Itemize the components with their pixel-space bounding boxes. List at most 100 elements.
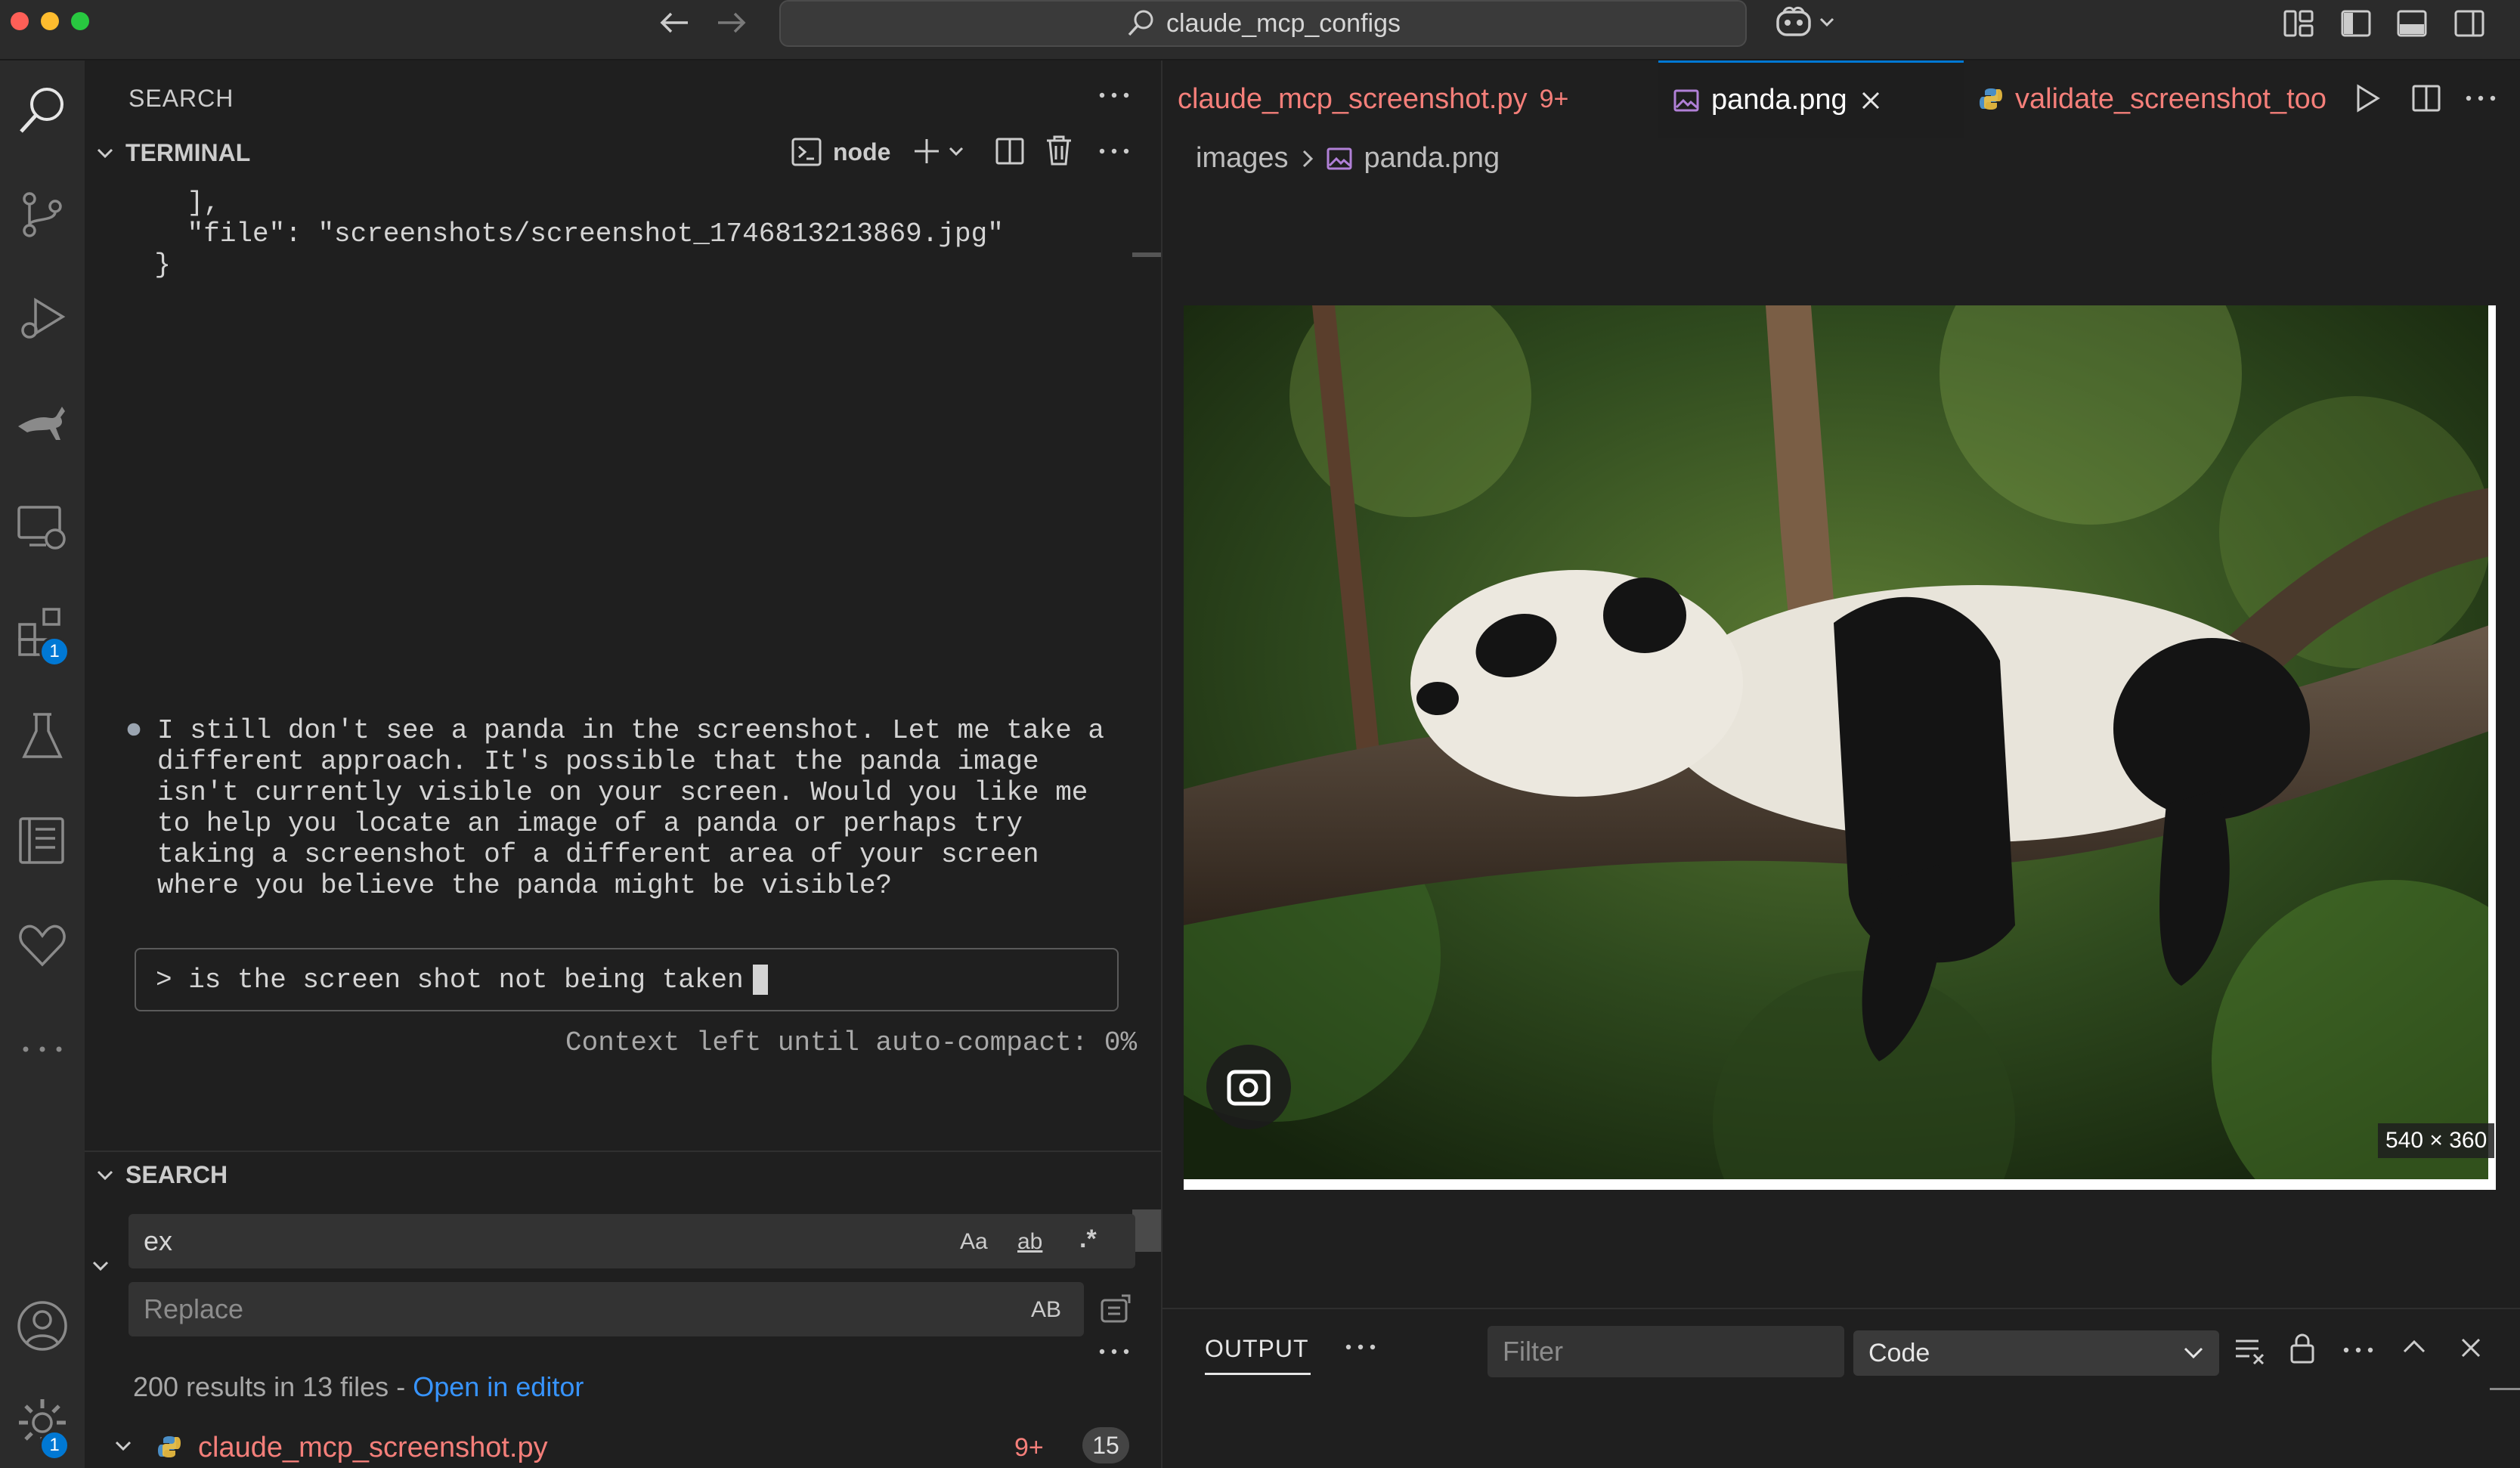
- activity-kangaroo[interactable]: [5, 386, 80, 461]
- kill-terminal-button[interactable]: [1045, 135, 1073, 166]
- open-in-editor-link[interactable]: Open in editor: [413, 1371, 584, 1402]
- replace-input[interactable]: Replace AB: [128, 1282, 1084, 1336]
- activity-more[interactable]: [5, 1011, 80, 1087]
- search-input[interactable]: ex Aa ab .*: [128, 1214, 1135, 1268]
- chevron-up-icon: [2402, 1338, 2426, 1356]
- new-terminal-button[interactable]: [912, 136, 964, 166]
- toggle-primary-sidebar-icon[interactable]: [2340, 8, 2372, 39]
- lock-scroll-button[interactable]: [2289, 1332, 2316, 1365]
- activity-accounts[interactable]: [5, 1288, 80, 1364]
- more-icon: [2342, 1346, 2375, 1355]
- split-terminal-button[interactable]: [995, 136, 1025, 166]
- maximize-panel-button[interactable]: [2402, 1338, 2426, 1356]
- replace-all-button[interactable]: [1099, 1293, 1132, 1326]
- more-icon: [1344, 1343, 1377, 1352]
- tab-problems-badge: 9+: [1539, 84, 1569, 113]
- settings-badge: 1: [39, 1430, 70, 1460]
- image-preview[interactable]: 540 × 360: [1184, 305, 2496, 1190]
- panel-more-actions[interactable]: [1097, 91, 1131, 100]
- scrollbar-thumb[interactable]: [1132, 1209, 1161, 1252]
- tab-panda-png[interactable]: panda.png: [1658, 60, 1964, 138]
- copilot-menu[interactable]: [1773, 5, 1835, 39]
- search-section-title: SEARCH: [125, 1161, 228, 1188]
- close-window-button[interactable]: [11, 12, 29, 30]
- title-bar: claude_mcp_configs: [0, 0, 2520, 60]
- more-icon: [1097, 1347, 1131, 1356]
- output-tab-underline: [1205, 1373, 1311, 1375]
- terminal-more-actions[interactable]: [1097, 147, 1131, 156]
- output-more-actions[interactable]: [2342, 1346, 2375, 1355]
- activity-notebook[interactable]: [5, 803, 80, 878]
- play-icon: [2354, 83, 2381, 113]
- breadcrumb-folder[interactable]: images: [1196, 142, 1289, 175]
- tab-claude-mcp-screenshot[interactable]: claude_mcp_screenshot.py 9+: [1162, 60, 1658, 138]
- context-status: Context left until auto-compact: 0%: [565, 1027, 1138, 1058]
- run-file-button[interactable]: [2354, 83, 2381, 113]
- prompt-input-box[interactable]: > is the screen shot not being taken: [135, 948, 1119, 1011]
- activity-run-debug[interactable]: [5, 281, 80, 357]
- tab-label: panda.png: [1711, 84, 1847, 116]
- panel-more-actions[interactable]: [1344, 1343, 1377, 1352]
- tab-validate-screenshot[interactable]: validate_screenshot_too: [1964, 60, 2372, 138]
- terminal-line: "file": "screenshots/screenshot_17468132…: [89, 218, 1004, 249]
- whole-word-toggle[interactable]: ab: [1017, 1229, 1042, 1255]
- activity-remote-explorer[interactable]: [5, 490, 80, 565]
- terminal-icon: [791, 136, 822, 168]
- chevron-down-icon: [1819, 14, 1835, 30]
- split-icon: [995, 136, 1025, 166]
- notebook-icon: [16, 814, 69, 867]
- customize-layout-icon[interactable]: [2283, 8, 2314, 39]
- activity-manage[interactable]: 1: [5, 1385, 80, 1460]
- regex-toggle[interactable]: .*: [1079, 1225, 1097, 1254]
- search-result-file[interactable]: claude_mcp_screenshot.py 9+ 15: [85, 1424, 1162, 1468]
- split-editor-button[interactable]: [2411, 83, 2441, 113]
- tab-label: claude_mcp_screenshot.py: [1178, 82, 1528, 115]
- close-icon: [2460, 1336, 2482, 1359]
- activity-favorites[interactable]: [5, 907, 80, 983]
- assistant-marker: ⏺: [127, 715, 141, 746]
- preserve-case-toggle[interactable]: AB: [1031, 1297, 1061, 1323]
- maximize-window-button[interactable]: [71, 12, 89, 30]
- terminal-profile[interactable]: node: [791, 136, 890, 168]
- search-section-header[interactable]: SEARCH: [95, 1161, 228, 1189]
- python-file-icon: [157, 1435, 181, 1459]
- activity-testing[interactable]: [5, 698, 80, 774]
- search-icon: [1125, 8, 1156, 39]
- output-channel-select[interactable]: Code: [1853, 1330, 2219, 1376]
- command-center-search[interactable]: claude_mcp_configs: [779, 0, 1747, 47]
- result-problems-badge: 9+: [1014, 1433, 1044, 1462]
- chevron-down-icon: [113, 1436, 133, 1456]
- toggle-panel-icon[interactable]: [2396, 8, 2428, 39]
- forward-arrow-icon[interactable]: [715, 8, 748, 38]
- terminal-scrollbar[interactable]: [1132, 252, 1161, 1296]
- chevron-down-icon: [95, 1166, 115, 1185]
- terminal-section-title: TERMINAL: [125, 139, 251, 166]
- minimize-window-button[interactable]: [41, 12, 59, 30]
- image-file-icon: [1327, 147, 1352, 170]
- trash-icon: [1045, 135, 1073, 166]
- terminal-line: ],: [89, 187, 220, 218]
- extensions-badge: 1: [39, 636, 70, 667]
- close-panel-button[interactable]: [2460, 1336, 2482, 1359]
- chevron-right-icon: [1301, 148, 1314, 169]
- activity-search[interactable]: [5, 73, 80, 148]
- back-arrow-icon[interactable]: [658, 8, 691, 38]
- activity-source-control[interactable]: [5, 177, 80, 252]
- output-filter-input[interactable]: Filter: [1488, 1326, 1844, 1377]
- match-case-toggle[interactable]: Aa: [960, 1229, 988, 1255]
- terminal-section-header[interactable]: TERMINAL: [95, 139, 250, 167]
- toggle-secondary-sidebar-icon[interactable]: [2453, 8, 2485, 39]
- heart-icon: [17, 922, 67, 968]
- activity-extensions[interactable]: 1: [5, 594, 80, 670]
- output-tab[interactable]: OUTPUT: [1205, 1335, 1309, 1363]
- close-icon[interactable]: [1859, 89, 1882, 112]
- plus-icon: [912, 136, 942, 166]
- clear-output-button[interactable]: [2234, 1336, 2266, 1365]
- editor-more-actions[interactable]: [2464, 94, 2497, 103]
- search-more-actions[interactable]: [1097, 1347, 1131, 1356]
- chevron-down-icon: [91, 1256, 110, 1276]
- toggle-replace-button[interactable]: [91, 1256, 110, 1276]
- breadcrumb-file[interactable]: panda.png: [1364, 142, 1500, 175]
- terminal-cursor: [753, 965, 768, 995]
- terminal-body[interactable]: ], "file": "screenshots/screenshot_17468…: [85, 186, 1161, 1252]
